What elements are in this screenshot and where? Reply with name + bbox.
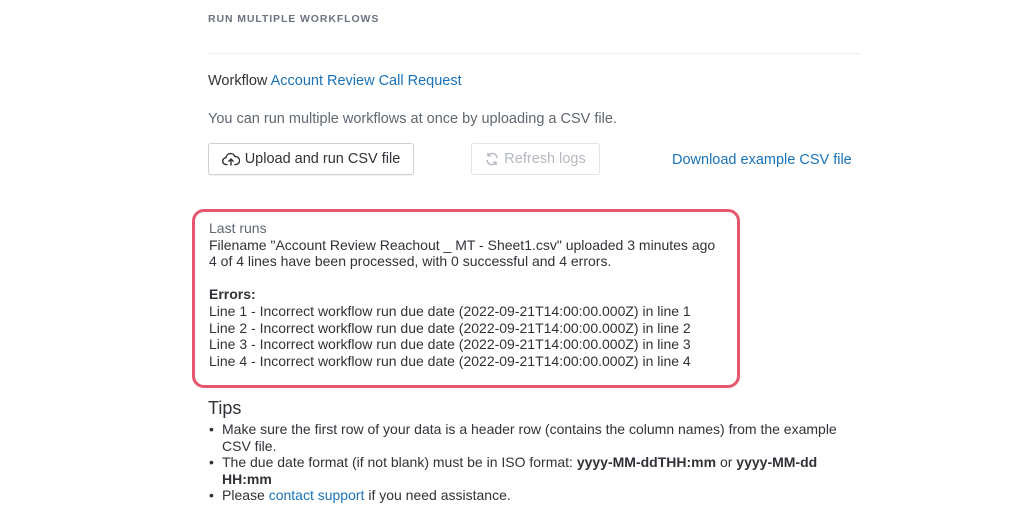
error-line: Line 4 - Incorrect workflow run due date… (209, 352, 691, 369)
tip-item: Please contact support if you need assis… (208, 487, 868, 504)
cloud-upload-icon (221, 152, 240, 166)
tip-support-prefix: Please (222, 487, 269, 504)
workflow-line: Workflow Account Review Call Request (208, 73, 462, 89)
workflow-name-link[interactable]: Account Review Call Request (271, 73, 462, 89)
refresh-icon (485, 152, 499, 166)
upload-csv-button[interactable]: Upload and run CSV file (208, 143, 414, 175)
error-line: Line 1 - Incorrect workflow run due date… (209, 302, 691, 319)
tip-support-suffix: if you need assistance. (364, 487, 511, 504)
tips-list: Make sure the first row of your data is … (208, 421, 868, 504)
tips-heading: Tips (208, 398, 242, 418)
run-multiple-workflows-page: RUN MULTIPLE WORKFLOWS Workflow Account … (0, 0, 1024, 512)
tip-item: The due date format (if not blank) must … (208, 454, 868, 487)
tip-date-format-or: or (716, 454, 737, 471)
workflow-label: Workflow (208, 73, 268, 89)
upload-csv-button-label: Upload and run CSV file (244, 151, 401, 167)
errors-heading: Errors: (209, 286, 256, 303)
upload-description: You can run multiple workflows at once b… (208, 111, 617, 127)
tip-header-row-text: Make sure the first row of your data is … (222, 421, 837, 454)
download-example-csv-link[interactable]: Download example CSV file (672, 152, 852, 168)
last-runs-panel: Last runs Filename "Account Review Reach… (192, 209, 740, 388)
error-line: Line 3 - Incorrect workflow run due date… (209, 336, 691, 353)
error-line: Line 2 - Incorrect workflow run due date… (209, 319, 691, 336)
tip-date-format-text: The due date format (if not blank) must … (222, 454, 577, 471)
refresh-logs-button-label: Refresh logs (504, 151, 586, 167)
contact-support-link[interactable]: contact support (269, 487, 365, 503)
tip-date-format-1: yyyy-MM-ddTHH:mm (576, 454, 717, 471)
last-runs-heading: Last runs (209, 220, 267, 236)
section-title: RUN MULTIPLE WORKFLOWS (208, 13, 380, 25)
last-runs-summary: 4 of 4 lines have been processed, with 0… (209, 253, 612, 270)
section-divider (208, 53, 860, 54)
tip-item: Make sure the first row of your data is … (208, 421, 868, 454)
last-runs-filename: Filename "Account Review Reachout _ MT -… (209, 236, 716, 253)
refresh-logs-button[interactable]: Refresh logs (471, 143, 600, 175)
